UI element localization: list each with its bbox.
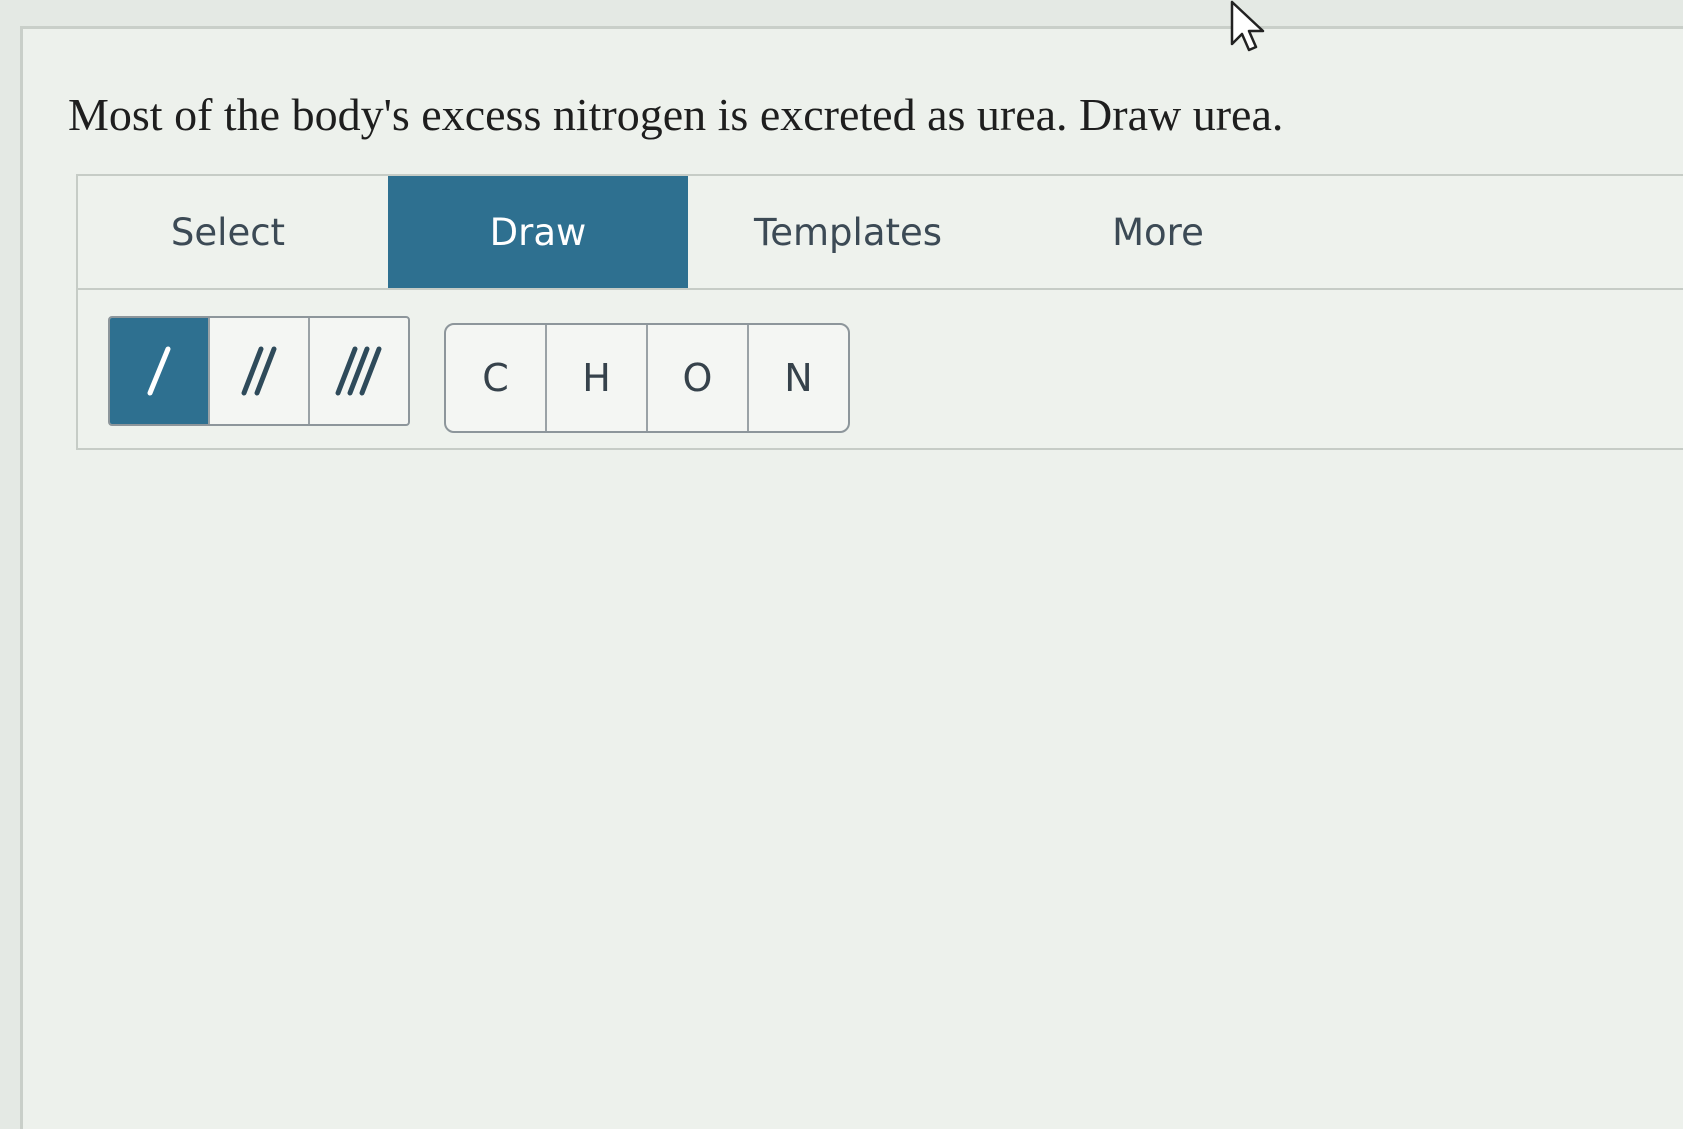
atom-oxygen-label: O xyxy=(682,356,713,400)
atom-carbon-label: C xyxy=(482,356,509,400)
double-bond-icon xyxy=(241,346,277,396)
tab-more[interactable]: More xyxy=(1008,176,1308,288)
question-text: Most of the body's excess nitrogen is ex… xyxy=(68,89,1284,140)
bond-tool-group xyxy=(108,316,410,426)
atom-oxygen-button[interactable]: O xyxy=(648,325,749,431)
atom-nitrogen-button[interactable]: N xyxy=(749,325,848,431)
atom-nitrogen-label: N xyxy=(784,356,813,400)
tab-draw[interactable]: Draw xyxy=(388,176,688,288)
tab-more-label: More xyxy=(1112,210,1204,254)
triple-bond-icon xyxy=(335,346,382,396)
double-bond-button[interactable] xyxy=(210,318,310,424)
atom-tool-group: C H O N xyxy=(444,323,850,433)
editor-tab-bar: Select Draw Templates More xyxy=(78,176,1683,290)
tab-draw-label: Draw xyxy=(489,210,587,254)
tab-templates[interactable]: Templates xyxy=(698,176,998,288)
drawing-canvas[interactable] xyxy=(76,448,1683,1045)
tab-templates-label: Templates xyxy=(753,210,943,254)
atom-hydrogen-label: H xyxy=(582,356,611,400)
tab-select[interactable]: Select xyxy=(78,176,378,288)
structure-editor: Select Draw Templates More C H O N xyxy=(76,174,1683,450)
atom-carbon-button[interactable]: C xyxy=(446,325,547,431)
mouse-pointer-icon xyxy=(1230,0,1265,52)
single-bond-button[interactable] xyxy=(110,318,210,424)
triple-bond-button[interactable] xyxy=(310,318,408,424)
atom-hydrogen-button[interactable]: H xyxy=(547,325,648,431)
single-bond-icon xyxy=(147,346,171,396)
tab-select-label: Select xyxy=(170,210,286,254)
